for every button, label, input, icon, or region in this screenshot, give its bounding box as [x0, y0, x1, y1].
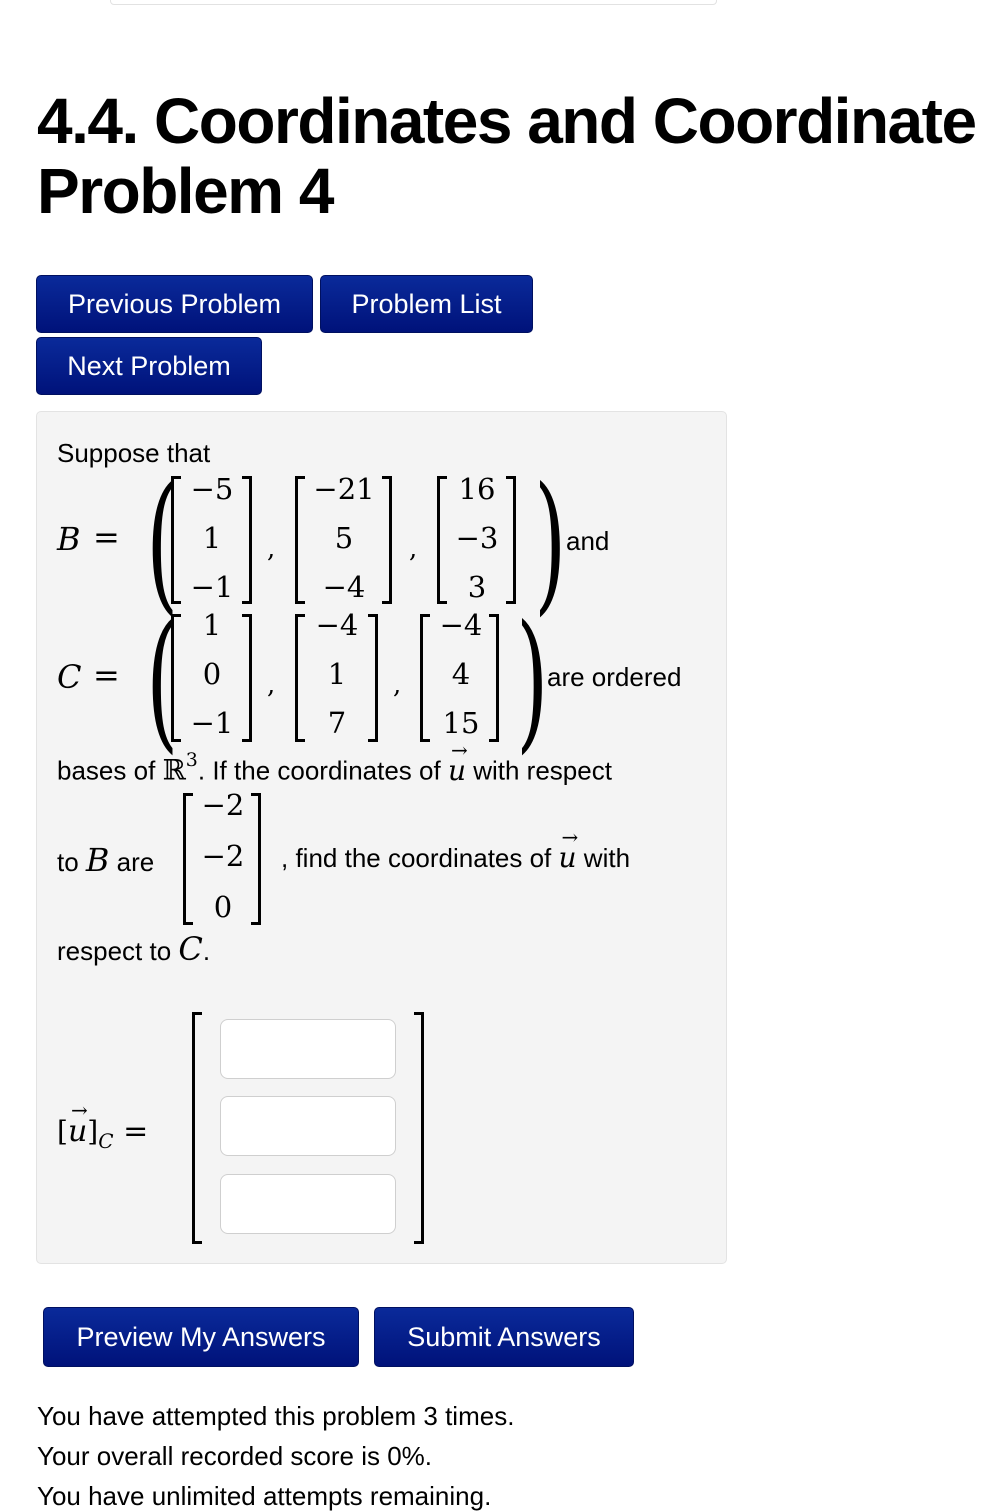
text-fragment: with [576, 843, 631, 873]
next-problem-button[interactable]: Next Problem [36, 337, 262, 395]
matrix-entry: 1 [202, 608, 222, 642]
comma: , [267, 534, 276, 564]
answer-bracket-right [414, 1012, 424, 1244]
bracket-left [295, 614, 305, 742]
respect-to-c-text: respect to C. [57, 930, 210, 968]
intro-text: Suppose that [57, 438, 211, 468]
basis-b-symbol: B [85, 841, 110, 879]
basis-c-symbol: C [57, 658, 82, 696]
are-ordered-text: are ordered [547, 662, 682, 692]
problem-list-button[interactable]: Problem List [320, 275, 533, 333]
comma: , [267, 670, 276, 700]
previous-problem-button[interactable]: Previous Problem [36, 275, 313, 333]
to-b-text: to B are [57, 841, 154, 879]
text-fragment: to [57, 847, 86, 877]
real-space-symbol: ℝ [162, 753, 186, 787]
preview-answers-button[interactable]: Preview My Answers [43, 1307, 359, 1367]
vector-u-symbol: → u [448, 738, 468, 787]
matrix-entry: −3 [455, 521, 499, 555]
bracket-left [171, 476, 181, 604]
text-fragment: bases of [57, 755, 163, 786]
equals-sign: = [123, 1114, 149, 1149]
text-fragment: respect to [57, 936, 179, 966]
page-title-line1: 4.4. Coordinates and Coordinate C [37, 85, 994, 157]
basis-c-symbol: C [178, 930, 203, 968]
answer-lhs: [→ u]C = [57, 1098, 149, 1153]
bracket-right [506, 476, 516, 604]
matrix-entry: −21 [313, 472, 375, 506]
answer-input-1[interactable] [220, 1019, 396, 1079]
vector-arrow-icon: → [450, 737, 468, 762]
bracket-left [171, 614, 181, 742]
matrix-entry: −4 [439, 608, 483, 642]
matrix-entry: 0 [202, 657, 222, 691]
bases-sentence: bases of ℝ3. If the coordinates of → u wi… [57, 738, 612, 787]
bracket-right [368, 614, 378, 742]
subscript-c: C [98, 1129, 114, 1153]
vector-u-symbol: → u [68, 1098, 88, 1149]
text-fragment: are [109, 847, 155, 877]
answer-input-2[interactable] [220, 1096, 396, 1156]
vector-arrow-icon: → [70, 1098, 88, 1122]
answer-input-3[interactable] [220, 1174, 396, 1234]
basis-c-equals: = [93, 656, 120, 694]
matrix-entry: 1 [202, 521, 222, 555]
find-sentence: , find the coordinates of → u with [281, 825, 631, 874]
space-exponent: 3 [185, 749, 198, 771]
top-search-bar[interactable] [110, 0, 717, 5]
answer-bracket-left [192, 1012, 202, 1244]
basis-c-close-paren: ) [516, 594, 549, 768]
matrix-entry: 4 [451, 657, 471, 691]
submit-answers-button[interactable]: Submit Answers [374, 1307, 634, 1367]
vector-u-symbol: → u [559, 825, 579, 874]
bracket-left [420, 614, 430, 742]
text-fragment: , find the coordinates of [281, 843, 559, 873]
bracket-right [242, 614, 252, 742]
matrix-entry: −4 [322, 570, 366, 604]
text-fragment: . If the coordinates of [197, 755, 448, 786]
bracket-left [183, 793, 193, 925]
text-fragment: with respect [465, 755, 612, 786]
basis-b-equals: = [93, 518, 120, 556]
matrix-entry: 7 [327, 706, 347, 740]
and-text: and [566, 526, 610, 556]
remaining-status: You have unlimited attempts remaining. [37, 1481, 492, 1511]
bracket-left [295, 476, 305, 604]
page-title-line2: Problem 4 [37, 155, 334, 227]
matrix-entry: −1 [190, 570, 234, 604]
bracket-right [489, 614, 499, 742]
matrix-entry: −5 [190, 472, 234, 506]
basis-b-symbol: B [57, 520, 81, 558]
matrix-entry: 5 [334, 521, 354, 555]
matrix-entry: −1 [190, 706, 234, 740]
page-title: 4.4. Coordinates and Coordinate C Proble… [37, 86, 994, 226]
matrix-entry: 16 [458, 472, 496, 506]
matrix-entry: 1 [327, 657, 347, 691]
vector-arrow-icon: → [561, 825, 579, 849]
bracket-right [242, 476, 252, 604]
matrix-entry: 0 [213, 890, 233, 924]
bracket-right [382, 476, 392, 604]
matrix-entry: 3 [467, 570, 487, 604]
bracket-right [251, 793, 261, 925]
comma: , [409, 534, 418, 564]
comma: , [393, 670, 402, 700]
score-status: Your overall recorded score is 0%. [37, 1441, 433, 1471]
matrix-entry: 15 [442, 706, 480, 740]
matrix-entry: −2 [201, 839, 245, 873]
matrix-entry: −4 [315, 608, 359, 642]
attempts-status: You have attempted this problem 3 times. [37, 1401, 515, 1431]
bracket-left [437, 476, 447, 604]
text-fragment: . [202, 936, 211, 966]
matrix-entry: −2 [201, 788, 245, 822]
